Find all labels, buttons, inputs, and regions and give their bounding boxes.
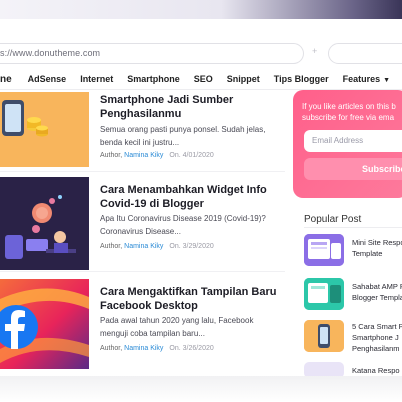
author-label: Author, [100,152,123,159]
post-excerpt-line: Apa Itu Coronavirus Disease 2019 (Covid-… [100,214,266,223]
popular-post-divider [304,227,402,228]
nav-item-features[interactable]: Features ▼ [343,74,390,84]
search-bar[interactable] [328,43,402,64]
browser-screenshot: s://www.donutheme.com + ne AdSense Inter… [0,0,402,402]
post-excerpt: Semua orang pasti punya ponsel. Sudah je… [100,123,280,149]
post-excerpt: Pada awal tahun 2020 yang lalu, Facebook… [100,314,280,340]
email-field-placeholder: Email Address [312,136,364,145]
post-title-line: Cara Mengaktifkan Tampilan Baru [100,286,277,298]
smartphone-icon [304,320,344,352]
chevron-down-icon: ▼ [383,77,391,84]
author-link[interactable]: Namina Kiky [124,243,163,250]
popular-post-title-line: Penghasilanm [352,344,400,353]
post-thumbnail-covid[interactable] [0,177,89,270]
post-meta: Author, Namina Kiky On. 4/01/2020 [100,152,214,159]
post-divider [0,271,285,272]
subscribe-text-line: subscribe for free via ema [302,113,395,122]
author-link[interactable]: Namina Kiky [124,345,163,352]
author-label: Author, [100,345,123,352]
popular-post-title-line: Sahabat AMP R [352,282,402,291]
post-date: On. 3/29/2020 [169,243,214,250]
nav-item-smartphone[interactable]: Smartphone [127,74,180,84]
subscribe-text-line: If you like articles on this b [302,102,396,111]
popular-thumbnail[interactable] [304,278,344,310]
post-excerpt-line: benda kecil ini justru... [100,138,180,147]
address-bar-url[interactable]: s://www.donutheme.com [0,48,100,58]
post-meta: Author, Namina Kiky On. 3/26/2020 [100,345,214,352]
author-label: Author, [100,243,123,250]
popular-post-title-line: Template [352,249,383,258]
post-excerpt-line: menguji coba tampilan baru... [100,329,205,338]
subscribe-button-label[interactable]: Subscribe [362,164,402,174]
post-excerpt-line: Coronavirus Disease... [100,227,181,236]
popular-post-title-line: 5 Cara Smart P [352,322,402,331]
popular-post-title-line: Smartphone J [352,333,399,342]
popular-thumbnail[interactable] [304,320,344,352]
popular-post-heading: Popular Post [304,214,362,225]
new-tab-button[interactable]: + [312,46,317,56]
post-date: On. 3/26/2020 [169,345,214,352]
post-thumbnail-facebook[interactable] [0,279,89,369]
post-title-line: Covid-19 di Blogger [100,198,204,210]
nav-item-snippet[interactable]: Snippet [227,74,260,84]
nav-item-tips-blogger[interactable]: Tips Blogger [274,74,329,84]
template-preview-icon [304,278,344,310]
nav-item-seo[interactable]: SEO [194,74,213,84]
subscribe-text: If you like articles on this b subscribe… [302,101,402,123]
post-divider [0,171,285,172]
nav-item-features-label: Features [342,74,381,84]
post-thumbnail-phone[interactable] [0,92,89,167]
author-link[interactable]: Namina Kiky [124,152,163,159]
window-titlebar [0,0,402,19]
post-excerpt-line: Semua orang pasti punya ponsel. Sudah je… [100,125,266,134]
post-title-line: Smartphone Jadi Sumber [100,94,234,106]
post-title-line: Cara Menambahkan Widget Info [100,184,267,196]
post-excerpt: Apa Itu Coronavirus Disease 2019 (Covid-… [100,212,280,238]
smartphone-coins-icon [0,92,89,167]
post-excerpt-line: Pada awal tahun 2020 yang lalu, Facebook [100,316,254,325]
popular-post-title[interactable]: 5 Cara Smart P Smartphone J Penghasilanm [352,321,402,354]
post-title[interactable]: Cara Mengaktifkan Tampilan Baru Facebook… [100,285,280,313]
popular-post-title-line: Blogger Templa [352,293,402,302]
post-title-line: Facebook Desktop [100,300,198,312]
post-date: On. 4/01/2020 [169,152,214,159]
popular-post-title[interactable]: Mini Site Respo Template [352,237,402,259]
main-nav: ne AdSense Internet Smartphone SEO Snipp… [0,71,402,87]
popular-post-title[interactable]: Katana Respo [352,365,402,376]
covid-widget-illustration-icon [0,177,89,270]
popular-post-title[interactable]: Sahabat AMP R Blogger Templa [352,281,402,303]
post-title[interactable]: Cara Menambahkan Widget Info Covid-19 di… [100,183,280,211]
nav-item-internet[interactable]: Internet [80,74,113,84]
post-meta: Author, Namina Kiky On. 3/29/2020 [100,243,214,250]
post-title[interactable]: Smartphone Jadi Sumber Penghasilanmu [100,93,280,121]
site-logo[interactable]: ne [0,74,12,85]
popular-post-title-line: Mini Site Respo [352,238,402,247]
template-preview-icon [304,234,344,266]
facebook-logo-icon [0,288,89,363]
popular-post-title-line: Katana Respo [352,366,400,375]
popular-thumbnail[interactable] [304,234,344,266]
post-title-line: Penghasilanmu [100,108,182,120]
nav-item-adsense[interactable]: AdSense [28,74,67,84]
window-bottom-edge [0,376,402,402]
